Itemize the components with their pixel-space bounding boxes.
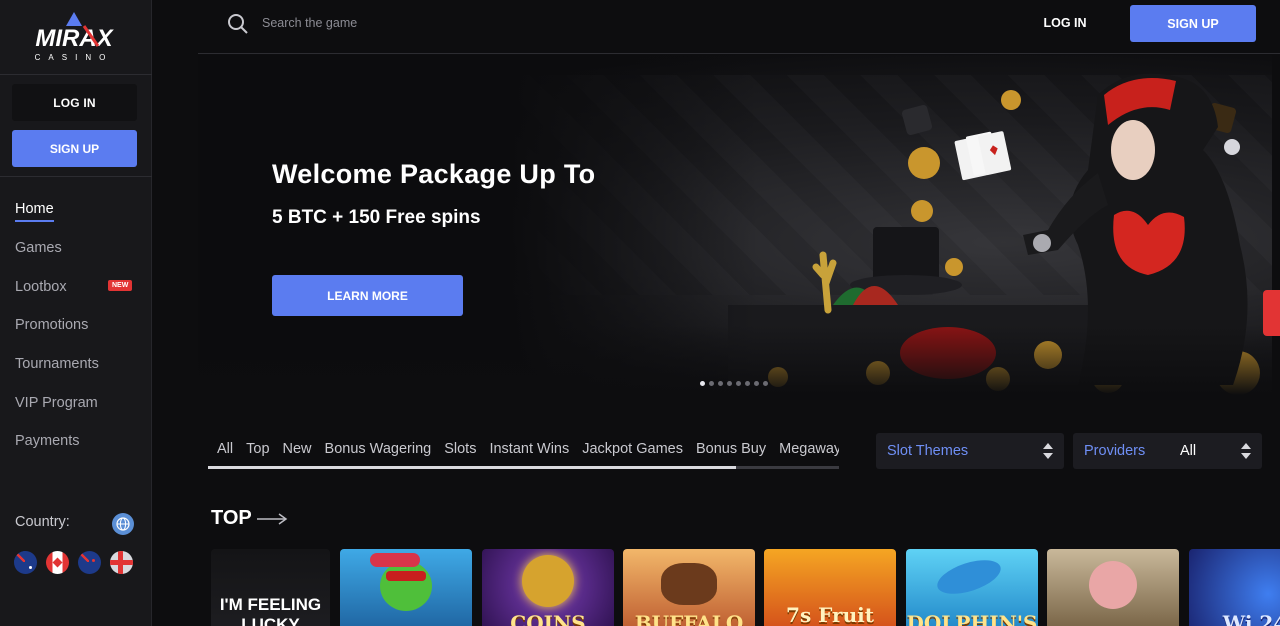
category-tab[interactable]: Instant Wins (489, 441, 569, 457)
divider (0, 176, 152, 177)
sidebar-login-button[interactable]: LOG IN (12, 84, 137, 121)
banner-title: Welcome Package Up To (272, 159, 596, 189)
sidebar-item-promotions[interactable]: Promotions (0, 306, 152, 345)
game-tile-label: DOLPHIN'S (906, 611, 1038, 626)
game-tile[interactable] (340, 549, 472, 626)
game-tile[interactable]: BUFFALO (623, 549, 755, 626)
login-button[interactable]: LOG IN (1020, 8, 1110, 38)
category-tab[interactable]: Bonus Buy (696, 441, 766, 457)
providers-select[interactable]: Providers All (1073, 433, 1262, 469)
category-tab[interactable]: Bonus Wagering (325, 441, 432, 457)
sidebar-signup-button[interactable]: SIGN UP (12, 130, 137, 167)
carousel-dot[interactable] (709, 381, 714, 386)
sidebar-item-vip-program[interactable]: VIP Program (0, 383, 152, 422)
sidebar-item-label: Games (15, 240, 62, 257)
sidebar-nav: Home Games Lootbox NEW Promotions Tourna… (0, 190, 152, 461)
game-tile-label: BUFFALO (634, 611, 744, 626)
flag-new-zealand-icon[interactable] (78, 551, 101, 574)
game-tile[interactable] (1047, 549, 1179, 626)
category-tab[interactable]: Jackpot Games (582, 441, 683, 457)
category-tab[interactable]: All (217, 441, 233, 457)
feeling-lucky-tile[interactable]: I'M FEELING LUCKY (211, 549, 330, 626)
learn-more-button[interactable]: LEARN MORE (272, 275, 463, 316)
country-label: Country: (15, 514, 70, 530)
sort-arrows-icon (1043, 443, 1053, 459)
sidebar-item-label: Home (15, 201, 54, 223)
slot-themes-select[interactable]: Slot Themes (876, 433, 1064, 469)
sidebar-item-lootbox[interactable]: Lootbox NEW (0, 267, 152, 306)
sidebar-item-payments[interactable]: Payments (0, 422, 152, 461)
carousel-dot[interactable] (754, 381, 759, 386)
carousel-dot[interactable] (718, 381, 723, 386)
game-tile-label: 7s Fruit (786, 603, 874, 626)
sidebar-item-games[interactable]: Games (0, 229, 152, 268)
carousel-dot[interactable] (763, 381, 768, 386)
side-promo-tab[interactable] (1263, 290, 1280, 336)
search-icon[interactable] (227, 13, 249, 35)
game-tile-label: COINS (510, 611, 586, 626)
flag-australia-icon[interactable] (14, 551, 37, 574)
promo-banner: Welcome Package Up To 5 BTC + 150 Free s… (198, 55, 1272, 395)
category-tab[interactable]: Megaways (779, 441, 839, 457)
flag-canada-icon[interactable] (46, 551, 69, 574)
flag-norway-icon[interactable] (110, 551, 133, 574)
globe-icon[interactable] (112, 513, 134, 535)
game-tile[interactable]: DOLPHIN'S (906, 549, 1038, 626)
top-bar: LOG IN SIGN UP (198, 0, 1280, 54)
providers-value: All (1180, 443, 1197, 459)
sidebar-item-label: Promotions (15, 317, 89, 334)
category-tab[interactable]: New (283, 441, 312, 457)
signup-button[interactable]: SIGN UP (1130, 5, 1256, 42)
carousel-dot[interactable] (727, 381, 732, 386)
logo-subtitle: CASINO (35, 53, 114, 62)
sidebar: MIRAX CASINO LOG IN SIGN UP Home Games L… (0, 0, 152, 626)
arrow-right-icon[interactable] (256, 512, 288, 526)
providers-label: Providers (1084, 443, 1146, 459)
sidebar-item-label: Lootbox (15, 278, 67, 295)
game-tile[interactable]: 7s Fruit (764, 549, 896, 626)
slot-themes-label: Slot Themes (887, 443, 969, 459)
game-tile[interactable]: COINS (482, 549, 614, 626)
new-badge: NEW (108, 280, 133, 292)
sort-arrows-icon (1241, 443, 1251, 459)
carousel-dot[interactable] (700, 381, 705, 386)
top-section-title[interactable]: TOP (211, 507, 252, 530)
divider (0, 74, 152, 75)
sidebar-item-tournaments[interactable]: Tournaments (0, 345, 152, 384)
banner-subtitle: 5 BTC + 150 Free spins (272, 207, 481, 228)
carousel-dot[interactable] (745, 381, 750, 386)
game-tile-label: Wi 24 (1222, 611, 1280, 626)
category-tab[interactable]: Slots (444, 441, 476, 457)
feeling-lucky-label: I'M FEELING LUCKY (219, 595, 322, 626)
carousel-dot[interactable] (736, 381, 741, 386)
sidebar-item-home[interactable]: Home (0, 190, 152, 229)
logo-wordmark: MIRAX (35, 25, 114, 52)
sidebar-item-label: Payments (15, 433, 80, 450)
game-tiles-row: I'M FEELING LUCKY COINS BUFFALO 7s Fruit… (211, 549, 1280, 626)
category-tab[interactable]: Top (246, 441, 269, 457)
mirax-casino-logo[interactable]: MIRAX CASINO (22, 12, 126, 64)
search-input[interactable] (262, 10, 562, 36)
game-tile[interactable]: Wi 24 (1189, 549, 1280, 626)
carousel-dots (700, 381, 768, 386)
category-scrollbar-thumb[interactable] (208, 466, 736, 469)
language-flags (14, 551, 133, 574)
sidebar-item-label: Tournaments (15, 356, 99, 373)
sidebar-item-label: VIP Program (15, 394, 98, 411)
